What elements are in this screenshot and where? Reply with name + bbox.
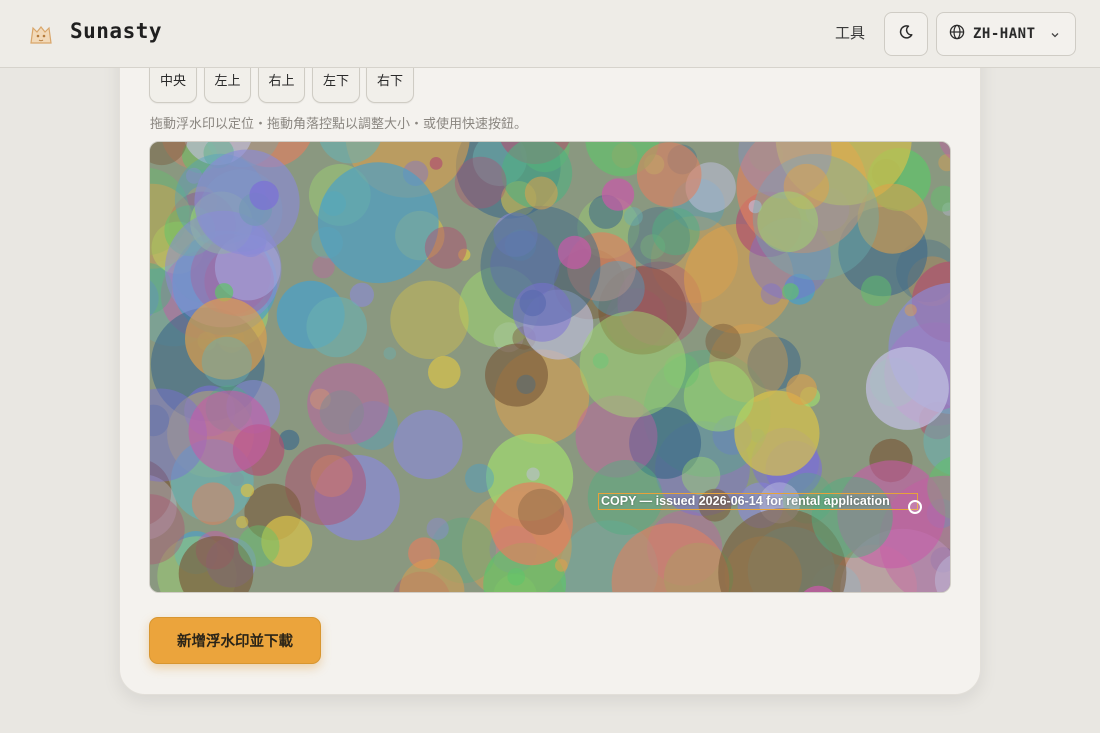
resize-handle[interactable]	[908, 500, 922, 514]
theme-toggle-button[interactable]	[884, 12, 928, 56]
instruction-text: 拖動浮水印以定位・拖動角落控點以調整大小・或使用快速按鈕。	[150, 117, 528, 132]
top-bar: Sunasty 工具 ZH-HANT	[0, 0, 1100, 68]
watermark-text-box[interactable]: COPY — issued 2026-06-14 for rental appl…	[598, 493, 918, 510]
globe-icon	[949, 24, 965, 44]
chevron-down-icon	[1050, 25, 1060, 44]
nav-tools-link[interactable]: 工具	[822, 22, 878, 43]
language-label: ZH-HANT	[973, 26, 1036, 42]
moon-icon	[898, 24, 914, 44]
language-select[interactable]: ZH-HANT	[936, 12, 1076, 56]
preview-image	[150, 142, 950, 592]
add-watermark-download-button[interactable]: 新增浮水印並下載	[149, 617, 321, 664]
image-preview[interactable]: COPY — issued 2026-06-14 for rental appl…	[149, 141, 951, 593]
logo-icon[interactable]	[26, 19, 56, 49]
brand-name[interactable]: Sunasty	[70, 19, 162, 43]
